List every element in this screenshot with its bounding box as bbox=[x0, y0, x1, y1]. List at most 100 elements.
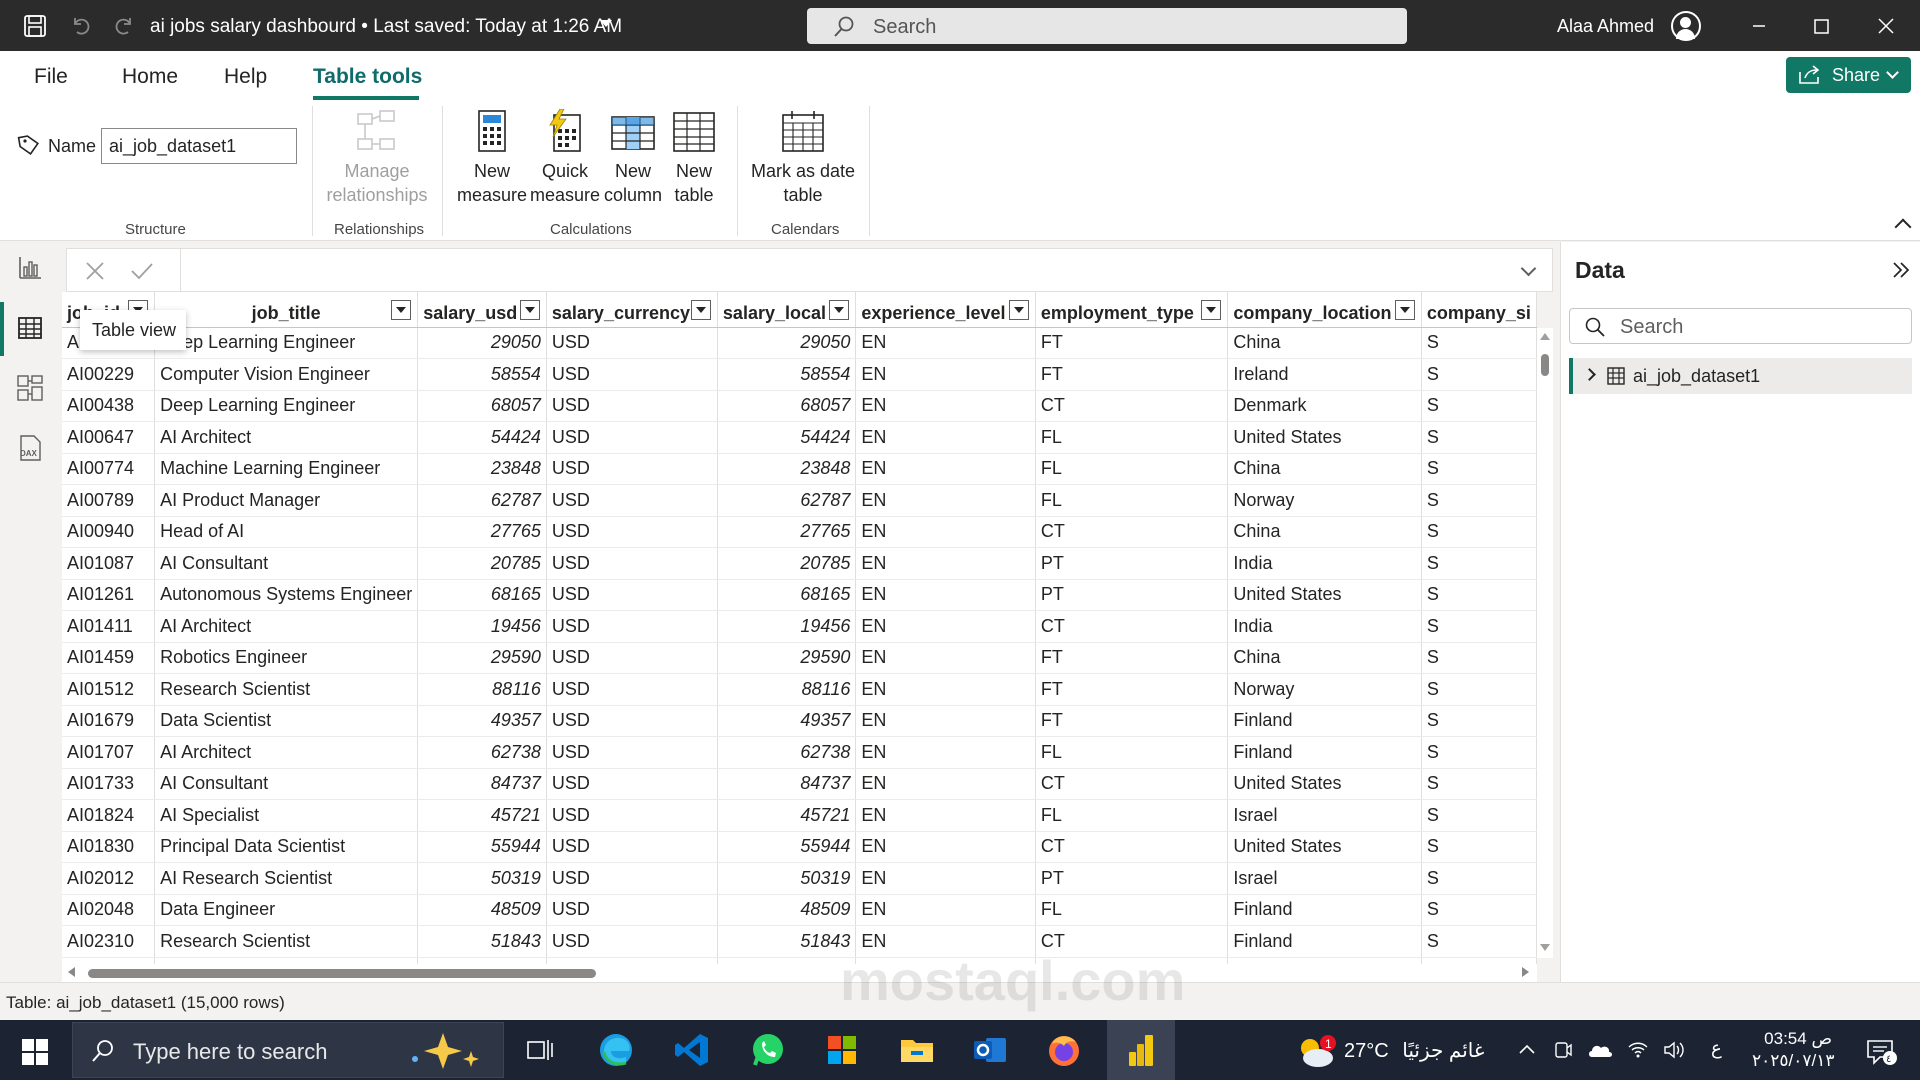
table-cell[interactable]: S bbox=[1421, 894, 1537, 926]
table-row[interactable]: AI01261 Autonomous Systems Engineer 68165 U… bbox=[62, 579, 1537, 611]
table-cell[interactable]: S bbox=[1421, 610, 1537, 643]
tab-table-tools[interactable]: Table tools bbox=[313, 65, 422, 89]
table-cell[interactable]: USD bbox=[546, 862, 718, 895]
table-cell[interactable]: AI00647 bbox=[62, 421, 156, 454]
table-cell[interactable]: FL bbox=[1035, 453, 1229, 485]
table-cell[interactable]: EN bbox=[855, 327, 1036, 359]
table-cell[interactable]: EN bbox=[855, 799, 1036, 832]
table-cell[interactable]: USD bbox=[546, 831, 718, 863]
table-name-input[interactable] bbox=[101, 128, 297, 164]
table-cell[interactable]: S bbox=[1421, 673, 1537, 706]
table-cell[interactable]: AI00438 bbox=[62, 390, 156, 422]
table-cell[interactable]: United States bbox=[1227, 831, 1422, 863]
dax-query-icon[interactable]: DAX bbox=[12, 430, 48, 466]
table-cell[interactable]: EN bbox=[855, 831, 1036, 863]
meet-now-icon[interactable] bbox=[1553, 1040, 1573, 1060]
table-cell[interactable]: Ireland bbox=[1227, 358, 1422, 391]
table-cell[interactable]: 50319 bbox=[417, 862, 547, 895]
commit-icon[interactable] bbox=[129, 259, 155, 283]
minimize-icon[interactable] bbox=[1747, 14, 1771, 38]
scroll-right-icon[interactable] bbox=[1522, 967, 1529, 977]
table-cell[interactable]: 68057 bbox=[717, 390, 857, 422]
table-cell[interactable]: S bbox=[1421, 421, 1537, 454]
new-measure-button[interactable]: New measure bbox=[452, 109, 532, 207]
table-cell[interactable]: AI01733 bbox=[62, 768, 156, 800]
table-cell[interactable]: S bbox=[1421, 705, 1537, 737]
table-cell[interactable]: S bbox=[1421, 390, 1537, 422]
table-cell[interactable]: AI01087 bbox=[62, 547, 156, 580]
avatar-icon[interactable] bbox=[1671, 11, 1701, 41]
table-row[interactable]: AI01830 Principal Data Scientist 55944 USD 5… bbox=[62, 831, 1537, 863]
table-cell[interactable]: USD bbox=[546, 579, 718, 611]
table-cell[interactable]: USD bbox=[546, 768, 718, 800]
table-cell[interactable]: AI01459 bbox=[62, 642, 156, 674]
table-cell[interactable]: Computer Vision Engineer bbox=[154, 358, 419, 391]
formula-bar[interactable] bbox=[66, 248, 1553, 293]
model-view-icon[interactable] bbox=[12, 370, 48, 406]
table-cell[interactable]: FL bbox=[1035, 484, 1229, 517]
table-row[interactable]: AI01733 AI Consultant 84737 USD 84737 EN CT Uni… bbox=[62, 768, 1537, 800]
table-cell[interactable]: EN bbox=[855, 390, 1036, 422]
collapse-ribbon-icon[interactable] bbox=[1894, 218, 1912, 236]
table-cell[interactable]: PT bbox=[1035, 862, 1229, 895]
table-cell[interactable]: CT bbox=[1035, 390, 1229, 422]
table-cell[interactable]: AI00229 bbox=[62, 358, 156, 391]
wifi-icon[interactable] bbox=[1627, 1040, 1649, 1060]
table-cell[interactable]: S bbox=[1421, 925, 1537, 958]
table-cell[interactable]: S bbox=[1421, 358, 1537, 391]
table-cell[interactable]: 23848 bbox=[717, 453, 857, 485]
table-row[interactable]: AI00647 AI Architect 54424 USD 54424 EN FL Unit… bbox=[62, 421, 1537, 454]
table-cell[interactable]: FL bbox=[1035, 736, 1229, 769]
filter-dropdown-icon[interactable] bbox=[1394, 300, 1415, 320]
table-cell[interactable]: EN bbox=[855, 642, 1036, 674]
column-header[interactable]: company_location bbox=[1227, 292, 1422, 328]
table-cell[interactable]: Robotics Engineer bbox=[154, 642, 419, 674]
language-indicator[interactable]: ع bbox=[1711, 1038, 1722, 1059]
table-cell[interactable]: China bbox=[1227, 453, 1422, 485]
table-cell[interactable]: 20785 bbox=[417, 547, 547, 580]
table-cell[interactable]: Autonomous Systems Engineer bbox=[154, 579, 419, 611]
table-view-icon[interactable] bbox=[12, 310, 48, 346]
table-cell[interactable]: 29050 bbox=[417, 327, 547, 359]
table-cell[interactable]: EN bbox=[855, 516, 1036, 548]
column-header[interactable]: company_si bbox=[1421, 292, 1537, 328]
filter-dropdown-icon[interactable] bbox=[1008, 300, 1029, 320]
new-column-button[interactable]: New column bbox=[600, 109, 666, 207]
table-cell[interactable]: 48509 bbox=[717, 894, 857, 926]
table-cell[interactable]: AI02012 bbox=[62, 862, 156, 895]
collapse-pane-icon[interactable] bbox=[1891, 260, 1911, 280]
filter-dropdown-icon[interactable] bbox=[690, 300, 711, 320]
table-cell[interactable]: S bbox=[1421, 327, 1537, 359]
table-cell[interactable]: Denmark bbox=[1227, 390, 1422, 422]
vscode-icon[interactable] bbox=[672, 1030, 712, 1070]
table-cell[interactable]: Norway bbox=[1227, 673, 1422, 706]
column-header[interactable]: job_title bbox=[154, 292, 419, 328]
table-cell[interactable]: 68057 bbox=[417, 390, 547, 422]
document-title[interactable]: ai jobs salary dashbourd • Last saved: T… bbox=[150, 16, 622, 38]
save-icon[interactable] bbox=[22, 13, 48, 39]
table-cell[interactable]: S bbox=[1421, 453, 1537, 485]
redo-icon[interactable] bbox=[111, 13, 137, 39]
horizontal-scroll-thumb[interactable] bbox=[88, 969, 596, 978]
table-cell[interactable]: PT bbox=[1035, 579, 1229, 611]
table-cell[interactable]: Principal Data Scientist bbox=[154, 831, 419, 863]
horizontal-scrollbar[interactable] bbox=[62, 964, 1537, 982]
table-cell[interactable]: 19456 bbox=[417, 610, 547, 643]
table-cell[interactable]: S bbox=[1421, 516, 1537, 548]
column-header[interactable]: salary_currency bbox=[546, 292, 718, 328]
table-cell[interactable]: USD bbox=[546, 421, 718, 454]
table-cell[interactable]: AI01679 bbox=[62, 705, 156, 737]
table-cell[interactable]: AI Architect bbox=[154, 421, 419, 454]
data-table-item[interactable]: ai_job_dataset1 bbox=[1569, 358, 1912, 394]
table-cell[interactable]: AI00789 bbox=[62, 484, 156, 517]
weather-text[interactable]: 27°C غائم جزئيًا bbox=[1344, 1038, 1484, 1063]
table-cell[interactable]: USD bbox=[546, 673, 718, 706]
table-cell[interactable]: PT bbox=[1035, 547, 1229, 580]
table-row[interactable]: AI01707 AI Architect 62738 USD 62738 EN FL Finl… bbox=[62, 736, 1537, 769]
column-header[interactable]: employment_type bbox=[1035, 292, 1229, 328]
table-cell[interactable]: EN bbox=[855, 673, 1036, 706]
onedrive-icon[interactable] bbox=[1587, 1040, 1613, 1060]
tab-home[interactable]: Home bbox=[122, 65, 178, 89]
table-cell[interactable]: Deep Learning Engineer bbox=[154, 327, 419, 359]
table-cell[interactable]: AI02310 bbox=[62, 925, 156, 958]
